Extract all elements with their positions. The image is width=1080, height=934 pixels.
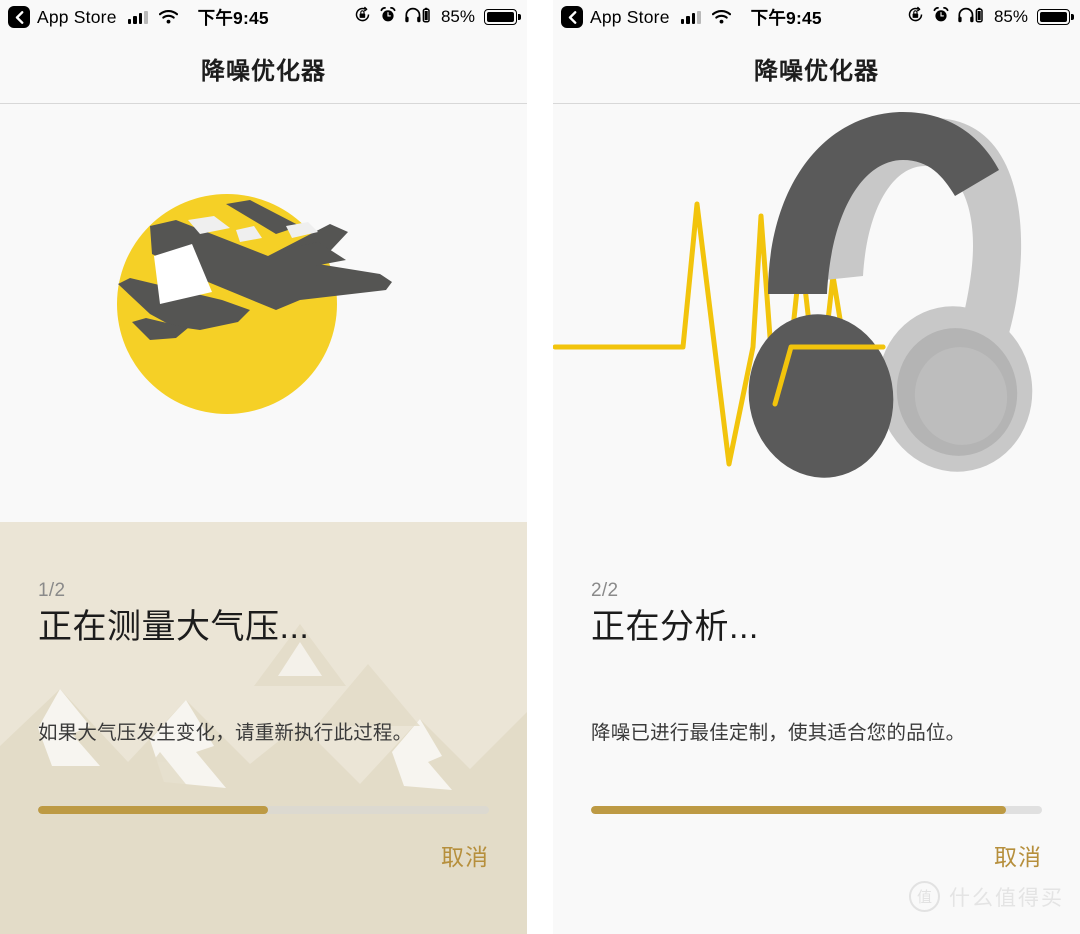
- battery-icon: [484, 9, 517, 25]
- battery-icon: [1037, 9, 1070, 25]
- progress-bar-left: [38, 806, 489, 814]
- back-chevron-icon[interactable]: [8, 6, 30, 28]
- cancel-button-left[interactable]: 取消: [441, 838, 489, 872]
- watermark-badge-icon: 值: [909, 881, 940, 912]
- progress-bar-right: [591, 806, 1042, 814]
- page-title-left: 降噪优化器: [201, 58, 326, 85]
- airplane-in-sun-illustration: [117, 194, 392, 414]
- wifi-icon: [158, 10, 178, 24]
- hero-artwork-left: [0, 104, 527, 524]
- page-title-right: 降噪优化器: [754, 58, 879, 85]
- nav-bar-right: 降噪优化器: [553, 34, 1080, 104]
- alarm-clock-icon: [933, 6, 949, 28]
- watermark: 值 什么值得买: [909, 881, 1064, 912]
- step-counter-left: 1/2: [38, 580, 66, 602]
- headphones-battery-icon: [958, 7, 983, 28]
- status-time-right: 下午9:45: [750, 7, 822, 28]
- headphones-battery-icon: [405, 7, 430, 28]
- status-bar-left: App Store 下午9:45 85%: [0, 0, 527, 34]
- subtitle-right: 降噪已进行最佳定制，使其适合您的品位。: [591, 721, 966, 744]
- progress-bar-fill-right: [591, 806, 1006, 814]
- cancel-button-right[interactable]: 取消: [994, 838, 1042, 872]
- status-back-to-app-store-left[interactable]: App Store: [8, 6, 117, 28]
- step-counter-right: 2/2: [591, 580, 619, 602]
- headline-right: 正在分析...: [591, 608, 759, 647]
- cellular-signal-icon: [680, 10, 701, 24]
- panel-step-1: App Store 下午9:45 85% 降噪优化器 1/2 正在测量大气压..…: [0, 0, 527, 934]
- hero-artwork-right: [553, 104, 1080, 504]
- cellular-signal-icon: [127, 10, 148, 24]
- progress-bar-fill-left: [38, 806, 268, 814]
- rotation-lock-icon: [907, 6, 924, 28]
- headphones-with-waveform-illustration: [553, 112, 1033, 478]
- subtitle-left: 如果大气压发生变化，请重新执行此过程。: [38, 721, 413, 744]
- nav-bar-left: 降噪优化器: [0, 34, 527, 104]
- status-back-to-app-store-right[interactable]: App Store: [561, 6, 670, 28]
- panel-step-2: App Store 下午9:45 85% 降噪优化器 2/2 正在分析... 降…: [553, 0, 1080, 934]
- status-time-left: 下午9:45: [197, 7, 269, 28]
- panel-content-left: 1/2 正在测量大气压... 如果大气压发生变化，请重新执行此过程。 取消: [0, 580, 527, 934]
- back-chevron-icon[interactable]: [561, 6, 583, 28]
- rotation-lock-icon: [354, 6, 371, 28]
- wifi-icon: [711, 10, 731, 24]
- status-app-name-right: App Store: [590, 6, 670, 27]
- watermark-text: 什么值得买: [949, 886, 1064, 910]
- alarm-clock-icon: [380, 6, 396, 28]
- status-bar-right: App Store 下午9:45 85%: [553, 0, 1080, 34]
- status-app-name-left: App Store: [37, 6, 117, 27]
- headline-left: 正在测量大气压...: [38, 608, 310, 647]
- battery-percent-right: 85%: [993, 7, 1028, 26]
- screenshot-stage: App Store 下午9:45 85% 降噪优化器 1/2 正在测量大气压..…: [0, 0, 1080, 934]
- battery-percent-left: 85%: [440, 7, 475, 26]
